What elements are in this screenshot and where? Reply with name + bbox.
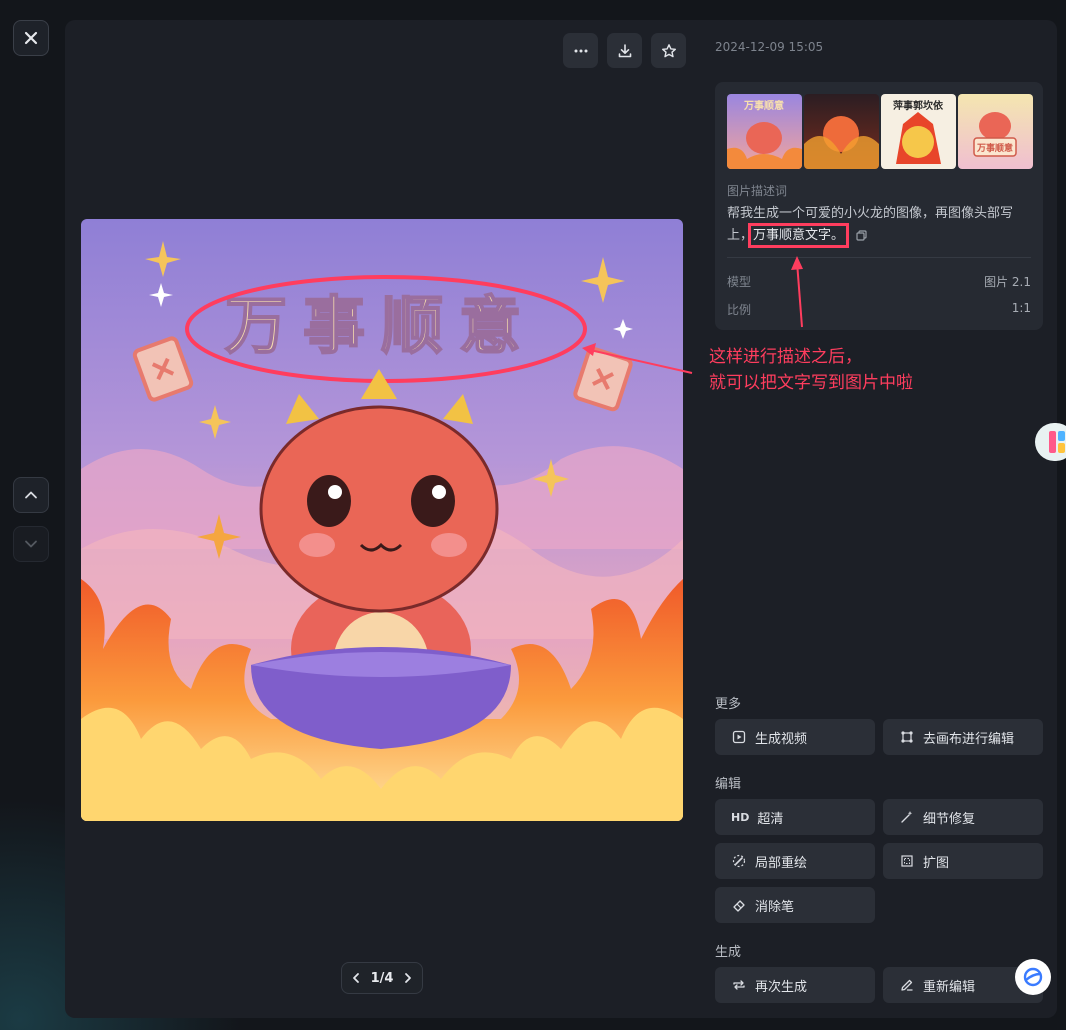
section-more-title: 更多 (715, 697, 742, 712)
pencil-icon (899, 977, 915, 993)
hd-icon: HD (731, 810, 750, 824)
inpaint-button[interactable]: 局部重绘 (715, 843, 875, 879)
magic-wand-icon (899, 809, 915, 825)
upscale-label: 超清 (757, 811, 784, 827)
regenerate-label: 再次生成 (755, 979, 808, 995)
detail-fix-button[interactable]: 细节修复 (883, 799, 1043, 835)
assistant-icon (1023, 967, 1043, 987)
eraser-icon (731, 897, 747, 913)
eraser-label: 消除笔 (755, 899, 795, 915)
section-generate-title: 生成 (715, 945, 742, 960)
detail-fix-label: 细节修复 (923, 811, 976, 827)
generate-video-button[interactable]: 生成视频 (715, 719, 875, 755)
repeat-icon (731, 977, 747, 993)
brush-icon (731, 853, 747, 869)
section-edit-title: 编辑 (715, 777, 742, 792)
annotation-line-2: 就可以把文字写到图片中啦 (709, 373, 913, 393)
eraser-button[interactable]: 消除笔 (715, 887, 875, 923)
regenerate-button[interactable]: 再次生成 (715, 967, 875, 1003)
generate-video-label: 生成视频 (755, 731, 808, 747)
canvas-edit-label: 去画布进行编辑 (923, 731, 1015, 747)
inpaint-label: 局部重绘 (755, 855, 808, 871)
video-icon (731, 729, 747, 745)
app-logo-icon (1049, 431, 1065, 453)
reedit-label: 重新编辑 (923, 979, 976, 995)
assistant-button[interactable] (1015, 959, 1051, 995)
annotation-line-1: 这样进行描述之后， (709, 347, 862, 367)
canvas-icon (899, 729, 915, 745)
side-widget[interactable] (1035, 423, 1066, 461)
upscale-button[interactable]: HD 超清 (715, 799, 875, 835)
canvas-edit-button[interactable]: 去画布进行编辑 (883, 719, 1043, 755)
expand-label: 扩图 (923, 855, 950, 871)
expand-button[interactable]: 扩图 (883, 843, 1043, 879)
annotation-text: 这样进行描述之后， 就可以把文字写到图片中啦 (709, 344, 913, 396)
expand-icon (899, 853, 915, 869)
